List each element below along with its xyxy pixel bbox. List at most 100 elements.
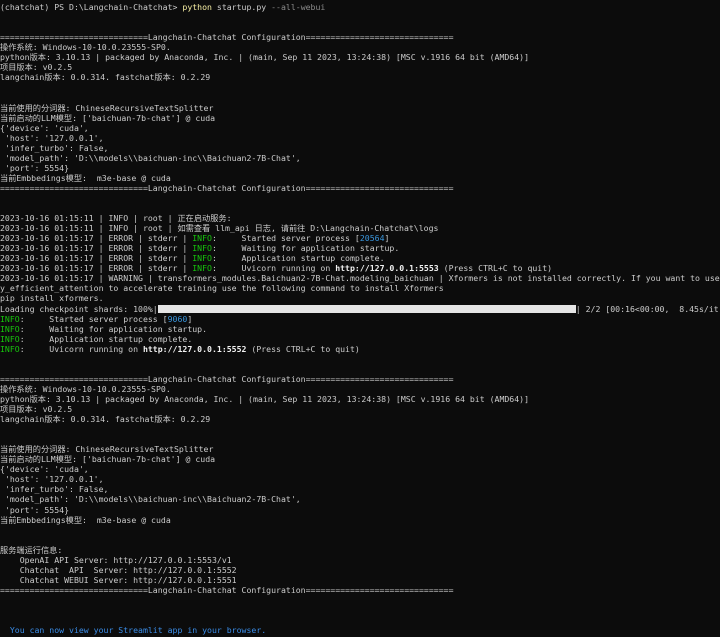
terminal-text: 当前使用的分词器: ChineseRecursiveTextSplitter — [0, 444, 214, 455]
terminal-line: 'infer_turbo': False, — [0, 484, 720, 494]
terminal-line: INFO: Application startup complete. — [0, 334, 720, 344]
terminal-text: 当前Embbedings模型: m3e-base @ cuda — [0, 172, 171, 183]
terminal-text: : Application startup complete. — [211, 253, 385, 264]
terminal-text: 当前启动的LLM模型: ['baichuan-7b-chat'] @ cuda — [0, 112, 216, 123]
terminal-line: 当前Embbedings模型: m3e-base @ cuda — [0, 173, 720, 183]
terminal-line: 2023-10-16 01:15:11 | INFO | root | 如需查看… — [0, 223, 720, 233]
terminal-text: ==============================Langchain-… — [0, 32, 454, 43]
terminal-line: 'model_path': 'D:\\models\\baichuan-inc\… — [0, 494, 720, 504]
terminal-line: langchain版本: 0.0.314. fastchat版本: 0.2.29 — [0, 72, 720, 82]
terminal-text: 服务端运行信息: — [0, 544, 63, 555]
terminal-line: 'model_path': 'D:\\models\\baichuan-inc\… — [0, 153, 720, 163]
terminal-text: Chatchat WEBUI Server: http://127.0.0.1:… — [0, 574, 237, 585]
terminal-text: : Waiting for application startup. — [211, 243, 400, 254]
terminal-text: You can now view your Streamlit app in y… — [0, 625, 267, 636]
terminal-text: 2023-10-16 01:15:11 | INFO | root | 如需查看… — [0, 223, 439, 234]
terminal-line: OpenAI API Server: http://127.0.0.1:5553… — [0, 555, 720, 565]
terminal-line: ==============================Langchain-… — [0, 183, 720, 193]
terminal-text: 'model_path': 'D:\\models\\baichuan-inc\… — [0, 494, 301, 505]
terminal-text: : Uvicorn running on — [19, 343, 143, 354]
terminal-line: 'port': 5554} — [0, 163, 720, 173]
terminal-line: INFO: Uvicorn running on http://127.0.0.… — [0, 344, 720, 354]
terminal-line: 操作系统: Windows-10-10.0.23555-SP0. — [0, 384, 720, 394]
terminal-text: 2023-10-16 01:15:17 | ERROR | stderr | — [0, 253, 193, 264]
terminal-text: ] — [384, 233, 390, 244]
terminal-line: 'infer_turbo': False, — [0, 143, 720, 153]
terminal-text: python — [182, 2, 212, 12]
terminal-line: {'device': 'cuda', — [0, 464, 720, 474]
terminal-text: : Started server process [ — [211, 233, 360, 244]
terminal-text: http://127.0.0.1:5553 — [335, 263, 439, 274]
terminal-text: http://127.0.0.1:5552 — [142, 343, 247, 354]
terminal-text: 操作系统: Windows-10-10.0.23555-SP0. — [0, 42, 171, 53]
terminal-text: y_efficient_attention to accelerate trai… — [0, 283, 444, 294]
terminal-text: langchain版本: 0.0.314. fastchat版本: 0.2.29 — [0, 72, 211, 83]
terminal-line: 当前启动的LLM模型: ['baichuan-7b-chat'] @ cuda — [0, 454, 720, 464]
terminal-text: : Waiting for application startup. — [19, 323, 208, 334]
terminal-line: ==============================Langchain-… — [0, 585, 720, 595]
terminal-line: ==============================Langchain-… — [0, 374, 720, 384]
terminal-text: {'device': 'cuda', — [0, 122, 89, 133]
terminal-line: 2023-10-16 01:15:17 | ERROR | stderr | I… — [0, 243, 720, 253]
terminal-text: python版本: 3.10.13 | packaged by Anaconda… — [0, 52, 530, 63]
terminal-text: 'port': 5554} — [0, 504, 70, 515]
terminal-text: (Press CTRL+C to quit) — [438, 263, 553, 274]
terminal-line: Chatchat API Server: http://127.0.0.1:55… — [0, 565, 720, 575]
terminal-text: (Press CTRL+C to quit) — [246, 343, 360, 354]
terminal-text: 当前使用的分词器: ChineseRecursiveTextSplitter — [0, 102, 214, 113]
terminal-text: startup.py — [211, 2, 272, 12]
terminal-text: ==============================Langchain-… — [0, 584, 454, 595]
terminal-text: INFO — [192, 263, 212, 274]
terminal-line: python版本: 3.10.13 | packaged by Anaconda… — [0, 394, 720, 404]
terminal-line: 2023-10-16 01:15:11 | INFO | root | 正在启动… — [0, 213, 720, 223]
terminal-text: 当前启动的LLM模型: ['baichuan-7b-chat'] @ cuda — [0, 454, 216, 465]
terminal-window[interactable]: (chatchat) PS D:\Langchain-Chatchat> pyt… — [0, 0, 720, 637]
terminal-text: 2023-10-16 01:15:11 | INFO | root | 正在启动… — [0, 213, 232, 224]
terminal-text: 2023-10-16 01:15:17 | ERROR | stderr | — [0, 233, 193, 244]
terminal-text: INFO — [0, 343, 20, 354]
terminal-text: 'model_path': 'D:\\models\\baichuan-inc\… — [0, 152, 301, 163]
terminal-text: INFO — [0, 333, 20, 344]
terminal-text: 操作系统: Windows-10-10.0.23555-SP0. — [0, 383, 171, 394]
terminal-text: INFO — [0, 323, 20, 334]
terminal-text: INFO — [192, 233, 212, 244]
terminal-line: y_efficient_attention to accelerate trai… — [0, 283, 720, 293]
terminal-text: Loading checkpoint shards: 100%| — [0, 303, 158, 314]
terminal-line: 当前启动的LLM模型: ['baichuan-7b-chat'] @ cuda — [0, 113, 720, 123]
terminal-text: Chatchat API Server: http://127.0.0.1:55… — [0, 564, 237, 575]
terminal-text: {'device': 'cuda', — [0, 464, 89, 475]
terminal-text: 20564 — [359, 233, 385, 244]
terminal-text: (chatchat) PS D:\Langchain-Chatchat> — [0, 2, 183, 12]
terminal-text: 'host': '127.0.0.1', — [0, 132, 104, 143]
terminal-text: 'infer_turbo': False, — [0, 142, 109, 153]
terminal-line: langchain版本: 0.0.314. fastchat版本: 0.2.29 — [0, 414, 720, 424]
terminal-text: : Application startup complete. — [19, 333, 193, 344]
terminal-text: langchain版本: 0.0.314. fastchat版本: 0.2.29 — [0, 414, 211, 425]
terminal-text: 2023-10-16 01:15:17 | ERROR | stderr | — [0, 263, 193, 274]
terminal-line: 当前Embbedings模型: m3e-base @ cuda — [0, 515, 720, 525]
terminal-text: 'infer_turbo': False, — [0, 484, 109, 495]
terminal-line: ==============================Langchain-… — [0, 32, 720, 42]
terminal-line: Loading checkpoint shards: 100%| | 2/2 [0… — [0, 304, 720, 314]
terminal-text: | 2/2 [00:16<00:00, 8.45s/it] — [575, 303, 720, 314]
terminal-text: INFO — [192, 243, 212, 254]
terminal-text: ==============================Langchain-… — [0, 182, 454, 193]
terminal-line: 'port': 5554} — [0, 505, 720, 515]
terminal-line: 2023-10-16 01:15:17 | ERROR | stderr | I… — [0, 263, 720, 273]
terminal-line: 2023-10-16 01:15:17 | WARNING | transfor… — [0, 273, 720, 283]
terminal-line: python版本: 3.10.13 | packaged by Anaconda… — [0, 52, 720, 62]
loading-progress-bar — [157, 304, 576, 313]
terminal-text: 项目版本: v0.2.5 — [0, 62, 73, 73]
terminal-text: : Started server process [ — [19, 313, 168, 324]
